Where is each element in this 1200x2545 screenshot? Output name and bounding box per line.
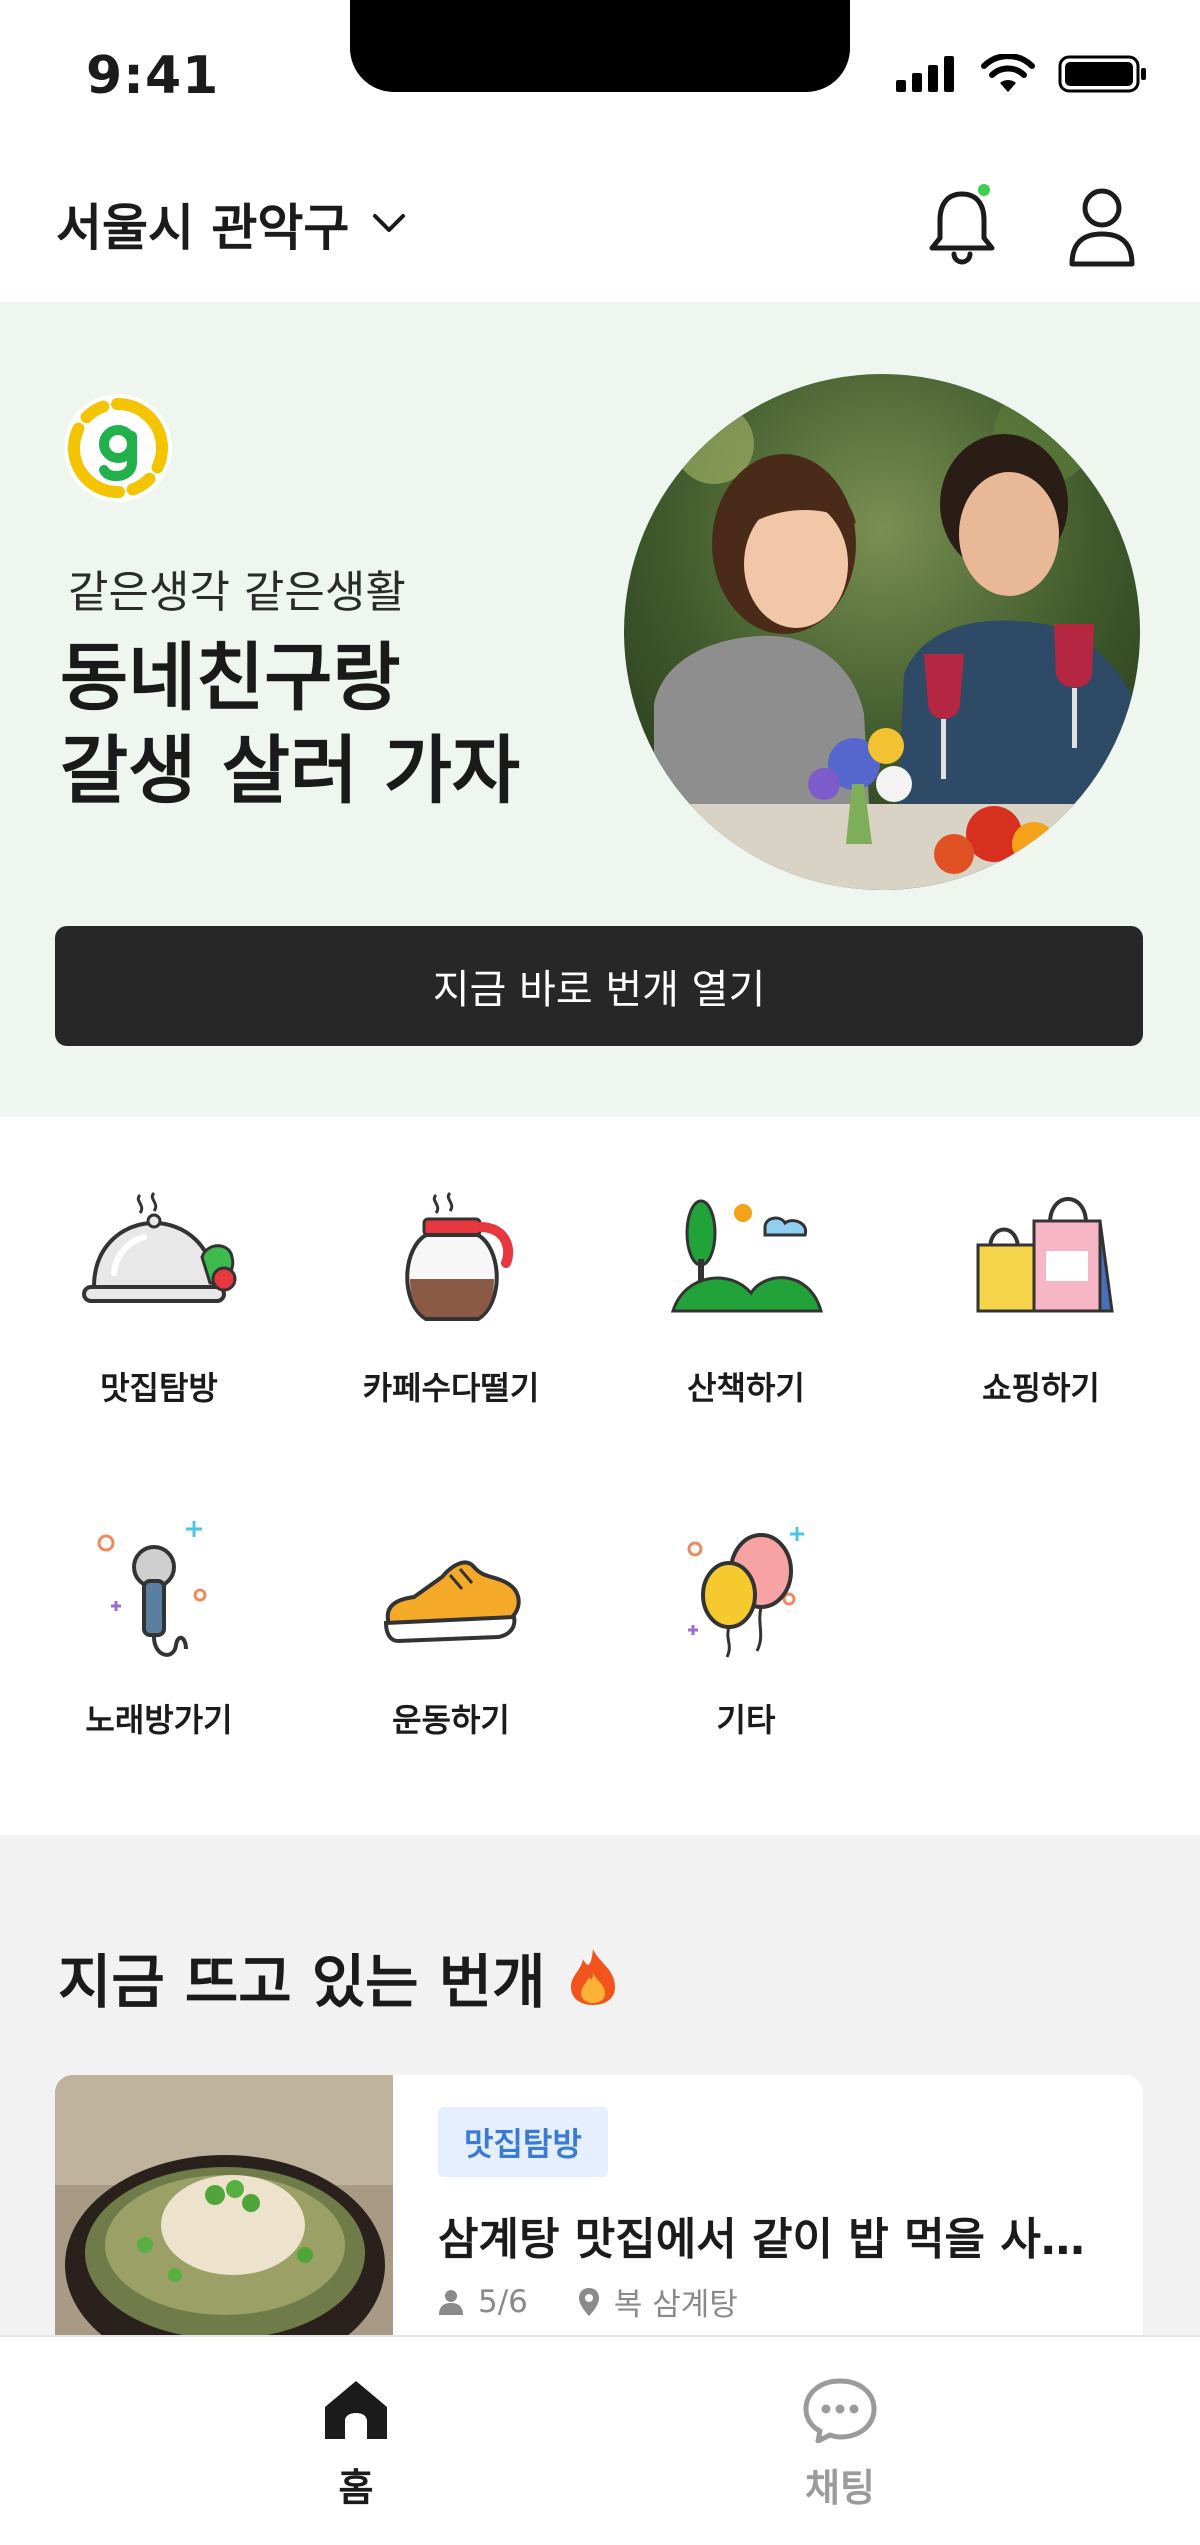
hero-banner: 같은생각 같은생활 동네친구랑 갈생 살러 가자 지금 바로 번개 열기 xyxy=(0,302,1200,1117)
coffee-pot-icon xyxy=(405,1191,514,1321)
status-bar: 9:41 xyxy=(0,0,1200,150)
microphone-icon xyxy=(97,1521,207,1657)
battery-icon xyxy=(1058,55,1146,93)
notification-bell-icon[interactable] xyxy=(922,180,1002,270)
open-meetup-now-button[interactable]: 지금 바로 번개 열기 xyxy=(55,926,1143,1046)
home-icon xyxy=(325,2381,387,2439)
category-label: 쇼핑하기 xyxy=(982,1369,1100,1407)
category-label: 운동하기 xyxy=(392,1701,510,1739)
tab-label: 채팅 xyxy=(805,2466,875,2510)
restaurant-cloche-icon xyxy=(82,1191,237,1303)
category-restaurant[interactable]: 맛집탐방 xyxy=(9,1117,309,1407)
tab-home[interactable]: 홈 xyxy=(256,2377,456,2512)
hero-title: 동네친구랑 갈생 살러 가자 xyxy=(60,632,520,817)
top-header: 서울시 관악구 xyxy=(0,150,1200,302)
notification-dot xyxy=(978,184,990,196)
trending-meetups-section: 지금 뜨고 있는 번개 맛집탐방 삼계탕 맛집에서 같이 밥 먹을 사… 5/6… xyxy=(0,1835,1200,2375)
category-label: 기타 xyxy=(716,1701,776,1739)
category-label: 노래방가기 xyxy=(85,1701,233,1739)
balloons-icon xyxy=(687,1527,804,1658)
status-time: 9:41 xyxy=(86,46,220,106)
device-notch xyxy=(350,0,850,92)
category-karaoke[interactable]: 노래방가기 xyxy=(9,1449,309,1739)
hero-title-line2: 갈생 살러 가자 xyxy=(60,727,521,814)
meetup-card[interactable]: 맛집탐방 삼계탕 맛집에서 같이 밥 먹을 사… 5/6 복 삼계탕 xyxy=(55,2075,1143,2375)
wifi-icon xyxy=(981,54,1035,92)
status-icons xyxy=(896,54,1148,94)
fire-icon xyxy=(571,1949,616,2005)
park-walk-icon xyxy=(670,1199,823,1313)
participant-count: 5/6 xyxy=(478,2283,528,2320)
category-label: 맛집탐방 xyxy=(100,1369,218,1407)
hero-title-line1: 동네친구랑 xyxy=(60,635,401,721)
samgyetang-photo xyxy=(55,2075,393,2375)
cellular-signal-icon xyxy=(896,56,954,92)
category-etc[interactable]: 기타 xyxy=(596,1449,896,1739)
shopping-bags-icon xyxy=(976,1197,1114,1313)
tab-label: 홈 xyxy=(338,2466,374,2510)
hero-subtitle: 같은생각 같은생활 xyxy=(68,567,406,618)
section-title: 지금 뜨고 있는 번개 xyxy=(58,1935,621,2019)
section-title-text: 지금 뜨고 있는 번개 xyxy=(58,1948,546,2016)
chat-bubble-icon xyxy=(803,2378,877,2444)
category-shopping[interactable]: 쇼핑하기 xyxy=(891,1117,1191,1407)
sneaker-icon xyxy=(383,1560,521,1644)
meetup-place: 복 삼계탕 xyxy=(613,2287,738,2323)
category-label: 카페수다떨기 xyxy=(362,1369,540,1407)
app-logo-icon xyxy=(64,394,172,502)
chevron-down-icon xyxy=(373,214,406,232)
person-icon xyxy=(439,2289,463,2315)
location-selector[interactable]: 서울시 관악구 xyxy=(56,188,407,260)
tab-chat[interactable]: 채팅 xyxy=(740,2377,940,2512)
category-cafe[interactable]: 카페수다떨기 xyxy=(301,1117,601,1407)
location-label: 서울시 관악구 xyxy=(56,199,350,257)
meetup-title: 삼계탕 맛집에서 같이 밥 먹을 사… xyxy=(438,2214,1085,2265)
category-label: 산책하기 xyxy=(687,1369,805,1407)
bottom-tab-bar: 홈 채팅 xyxy=(0,2335,1200,2545)
category-grid: 맛집탐방 카페수다떨기 산책하기 쇼핑하기 노래방가기 운동하기 기타 xyxy=(0,1117,1200,1835)
hero-photo-friends-toasting xyxy=(624,374,1140,890)
category-tag: 맛집탐방 xyxy=(438,2107,608,2177)
location-pin-icon xyxy=(578,2287,599,2316)
profile-icon[interactable] xyxy=(1062,184,1142,270)
category-walk[interactable]: 산책하기 xyxy=(596,1117,896,1407)
category-exercise[interactable]: 운동하기 xyxy=(301,1449,601,1739)
meetup-meta: 5/6 복 삼계탕 xyxy=(438,2279,738,2324)
